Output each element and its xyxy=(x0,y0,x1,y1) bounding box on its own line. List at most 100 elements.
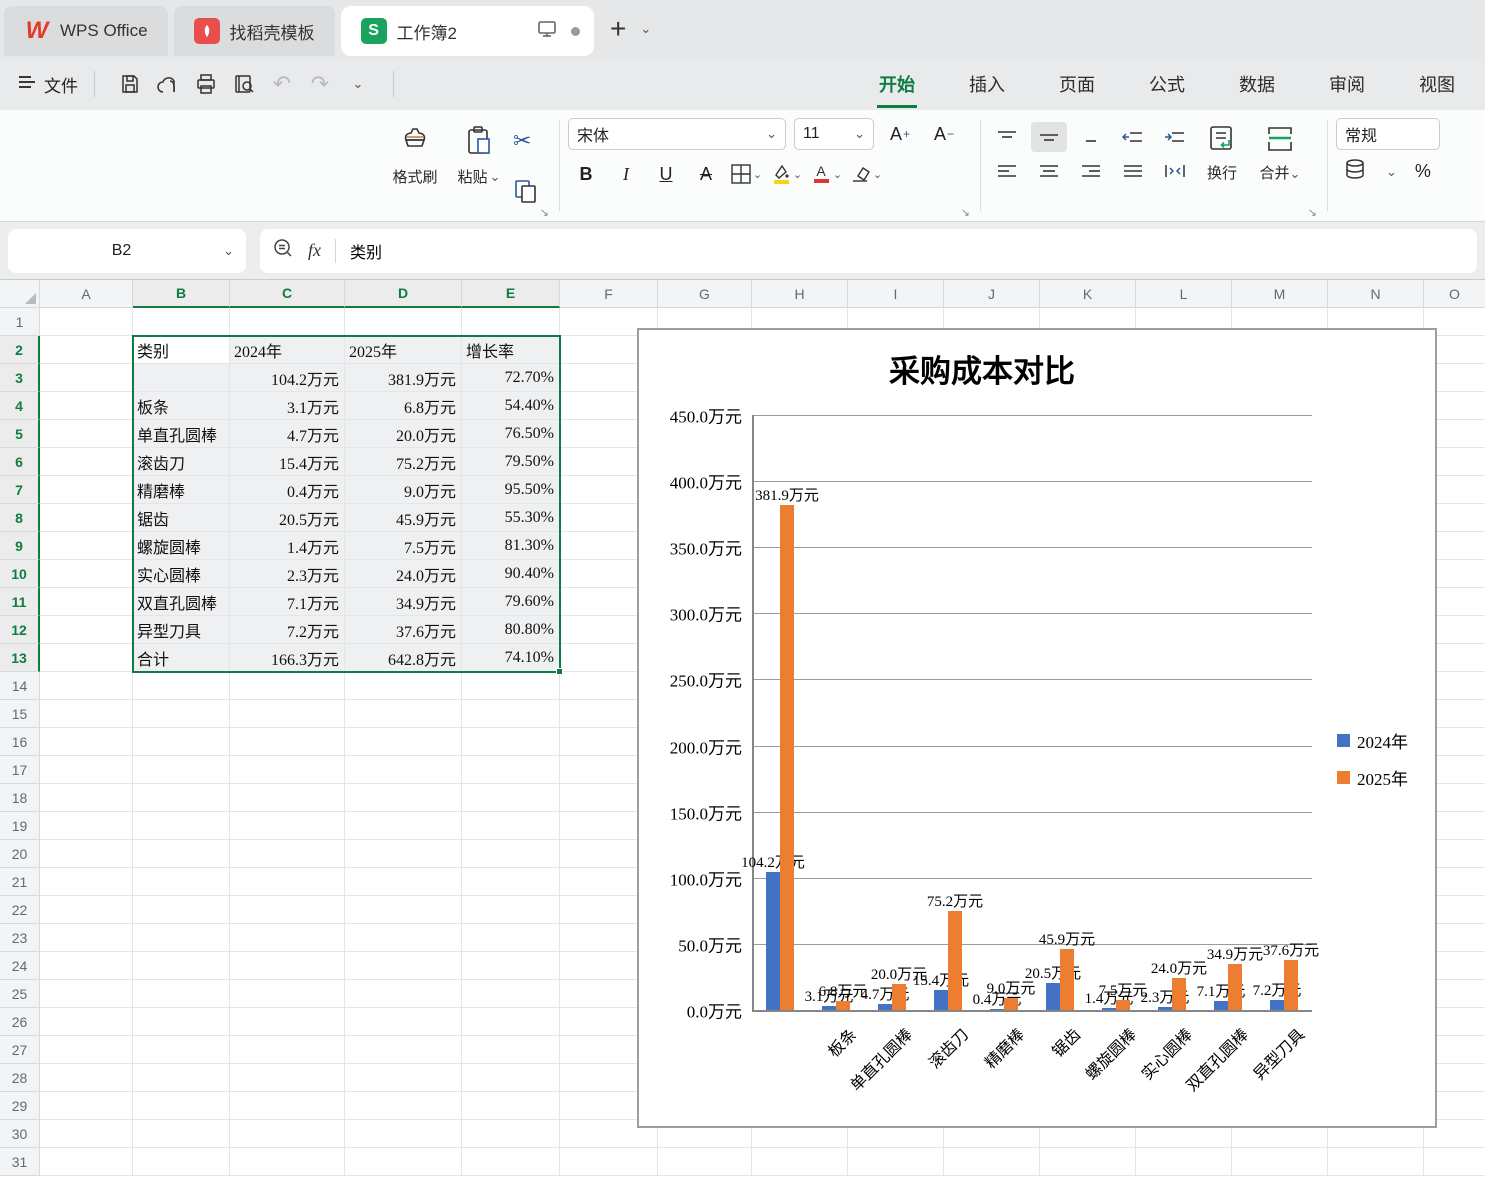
row-header-14[interactable]: 14 xyxy=(0,672,40,700)
cell-A9[interactable] xyxy=(40,532,133,560)
cell-E20[interactable] xyxy=(462,840,560,868)
bar-2024年-4[interactable] xyxy=(990,1009,1004,1010)
cell-A8[interactable] xyxy=(40,504,133,532)
format-painter-button[interactable]: 格式刷 xyxy=(383,118,447,217)
row-header-25[interactable]: 25 xyxy=(0,980,40,1008)
cell-D8[interactable]: 45.9万元 xyxy=(345,504,462,532)
cell-B20[interactable] xyxy=(133,840,230,868)
cell-E2[interactable]: 增长率 xyxy=(462,336,560,364)
cell-A16[interactable] xyxy=(40,728,133,756)
cell-N31[interactable] xyxy=(1328,1148,1424,1176)
cell-A15[interactable] xyxy=(40,700,133,728)
cell-D9[interactable]: 7.5万元 xyxy=(345,532,462,560)
cell-E10[interactable]: 90.40% xyxy=(462,560,560,588)
cell-K31[interactable] xyxy=(1040,1148,1136,1176)
cell-C24[interactable] xyxy=(230,952,345,980)
row-header-4[interactable]: 4 xyxy=(0,392,40,420)
cell-B29[interactable] xyxy=(133,1092,230,1120)
row-header-1[interactable]: 1 xyxy=(0,308,40,336)
align-middle-button[interactable] xyxy=(1031,122,1067,152)
bar-2025年-5[interactable] xyxy=(1060,949,1074,1010)
cell-B28[interactable] xyxy=(133,1064,230,1092)
font-color-button[interactable]: A ⌄ xyxy=(808,159,844,189)
cell-A6[interactable] xyxy=(40,448,133,476)
distribute-text-button[interactable] xyxy=(1157,156,1193,186)
tab-list-chevron-icon[interactable]: ⌄ xyxy=(640,21,651,37)
cell-C25[interactable] xyxy=(230,980,345,1008)
cell-D7[interactable]: 9.0万元 xyxy=(345,476,462,504)
cell-C5[interactable]: 4.7万元 xyxy=(230,420,345,448)
cell-C27[interactable] xyxy=(230,1036,345,1064)
cell-G31[interactable] xyxy=(658,1148,752,1176)
column-header-D[interactable]: D xyxy=(345,280,462,308)
cell-A22[interactable] xyxy=(40,896,133,924)
column-header-K[interactable]: K xyxy=(1040,280,1136,308)
underline-button[interactable]: U xyxy=(648,159,684,189)
cell-D3[interactable]: 381.9万元 xyxy=(345,364,462,392)
cell-D18[interactable] xyxy=(345,784,462,812)
cell-E18[interactable] xyxy=(462,784,560,812)
row-header-7[interactable]: 7 xyxy=(0,476,40,504)
cell-M31[interactable] xyxy=(1232,1148,1328,1176)
cell-C13[interactable]: 166.3万元 xyxy=(230,644,345,672)
column-header-M[interactable]: M xyxy=(1232,280,1328,308)
cell-B30[interactable] xyxy=(133,1120,230,1148)
cell-B2[interactable]: 类别 xyxy=(133,336,230,364)
cell-E27[interactable] xyxy=(462,1036,560,1064)
cell-B14[interactable] xyxy=(133,672,230,700)
align-right-button[interactable] xyxy=(1073,156,1109,186)
new-tab-button[interactable]: + xyxy=(610,13,626,45)
row-header-16[interactable]: 16 xyxy=(0,728,40,756)
cell-D15[interactable] xyxy=(345,700,462,728)
cell-D24[interactable] xyxy=(345,952,462,980)
cell-A19[interactable] xyxy=(40,812,133,840)
cell-B4[interactable]: 板条 xyxy=(133,392,230,420)
ribbon-tab-0[interactable]: 开始 xyxy=(877,67,917,101)
cell-D13[interactable]: 642.8万元 xyxy=(345,644,462,672)
cell-B1[interactable] xyxy=(133,308,230,336)
cell-A20[interactable] xyxy=(40,840,133,868)
bar-2024年-5[interactable] xyxy=(1046,983,1060,1010)
align-top-button[interactable] xyxy=(989,122,1025,152)
chevron-down-icon[interactable]: ⌄ xyxy=(1386,164,1397,180)
cell-A7[interactable] xyxy=(40,476,133,504)
cell-D1[interactable] xyxy=(345,308,462,336)
row-header-6[interactable]: 6 xyxy=(0,448,40,476)
column-header-J[interactable]: J xyxy=(944,280,1040,308)
cell-O31[interactable] xyxy=(1424,1148,1485,1176)
cell-A11[interactable] xyxy=(40,588,133,616)
cell-C6[interactable]: 15.4万元 xyxy=(230,448,345,476)
bar-2024年-9[interactable] xyxy=(1270,1000,1284,1010)
save-button[interactable] xyxy=(111,67,149,101)
row-header-15[interactable]: 15 xyxy=(0,700,40,728)
font-name-combo[interactable]: 宋体 ⌄ xyxy=(568,118,786,150)
cell-B18[interactable] xyxy=(133,784,230,812)
cell-C23[interactable] xyxy=(230,924,345,952)
cell-A2[interactable] xyxy=(40,336,133,364)
cell-D28[interactable] xyxy=(345,1064,462,1092)
row-header-13[interactable]: 13 xyxy=(0,644,40,672)
paste-button[interactable]: 粘贴⌄ xyxy=(447,118,511,217)
column-header-O[interactable]: O xyxy=(1424,280,1485,308)
select-all-corner[interactable] xyxy=(0,280,40,308)
align-bottom-button[interactable] xyxy=(1073,122,1109,152)
fill-color-button[interactable]: ⌄ xyxy=(768,159,804,189)
row-header-24[interactable]: 24 xyxy=(0,952,40,980)
copy-button[interactable] xyxy=(513,178,539,209)
cell-F31[interactable] xyxy=(560,1148,658,1176)
cell-B10[interactable]: 实心圆棒 xyxy=(133,560,230,588)
chart-object[interactable]: 采购成本对比 0.0万元50.0万元100.0万元150.0万元200.0万元2… xyxy=(637,328,1437,1128)
cell-D19[interactable] xyxy=(345,812,462,840)
cell-E13[interactable]: 74.10% xyxy=(462,644,560,672)
cell-B3[interactable] xyxy=(133,364,230,392)
ribbon-tab-4[interactable]: 数据 xyxy=(1237,67,1277,101)
cell-B12[interactable]: 异型刀具 xyxy=(133,616,230,644)
cell-B16[interactable] xyxy=(133,728,230,756)
cell-C22[interactable] xyxy=(230,896,345,924)
cell-E15[interactable] xyxy=(462,700,560,728)
cell-C7[interactable]: 0.4万元 xyxy=(230,476,345,504)
row-header-22[interactable]: 22 xyxy=(0,896,40,924)
cell-D4[interactable]: 6.8万元 xyxy=(345,392,462,420)
cut-button[interactable]: ✂ xyxy=(513,128,539,154)
fill-handle[interactable] xyxy=(556,668,563,675)
